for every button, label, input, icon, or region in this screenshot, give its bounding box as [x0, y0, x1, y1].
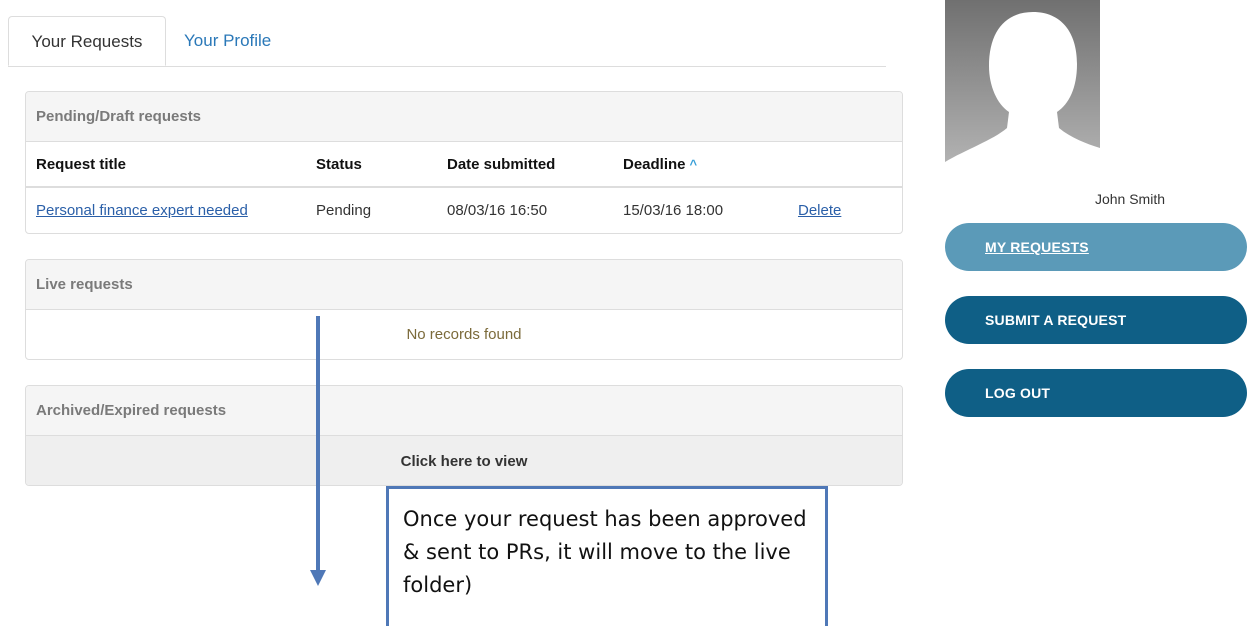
- pending-requests-heading: Pending/Draft requests: [26, 92, 902, 142]
- avatar: [945, 0, 1100, 178]
- request-title-link[interactable]: Personal finance expert needed: [36, 202, 248, 219]
- request-title-cell: Personal finance expert needed: [26, 187, 316, 232]
- request-date-cell: 08/03/16 16:50: [447, 201, 548, 219]
- column-deadline[interactable]: Deadline ^: [623, 142, 798, 188]
- submit-request-button[interactable]: SUBMIT A REQUEST: [945, 296, 1247, 344]
- caret-up-icon: ^: [689, 156, 698, 172]
- tab-your-profile[interactable]: Your Profile: [166, 16, 289, 66]
- live-requests-panel: Live requests No records found: [25, 259, 903, 360]
- request-deadline-cell: 15/03/16 18:00: [623, 201, 724, 219]
- table-header-row: Request title Status Date submitted Dead…: [26, 142, 902, 188]
- request-action-cell: Delete: [798, 187, 902, 232]
- live-requests-heading: Live requests: [26, 260, 902, 310]
- archived-requests-panel: Archived/Expired requests Click here to …: [25, 385, 903, 486]
- pending-requests-table: Request title Status Date submitted Dead…: [26, 142, 902, 232]
- column-deadline-label: Deadline: [623, 155, 686, 173]
- no-records-message: No records found: [406, 326, 522, 343]
- log-out-button[interactable]: LOG OUT: [945, 369, 1247, 417]
- column-date-submitted[interactable]: Date submitted: [447, 142, 623, 188]
- user-silhouette-icon: [945, 0, 1100, 178]
- user-name: John Smith: [1094, 191, 1166, 207]
- tab-your-requests[interactable]: Your Requests: [8, 16, 166, 66]
- my-requests-button[interactable]: MY REQUESTS: [945, 223, 1247, 271]
- pending-requests-panel: Pending/Draft requests Request title Sta…: [25, 91, 903, 234]
- column-actions: [798, 142, 902, 188]
- column-request-title[interactable]: Request title: [26, 142, 316, 188]
- table-row: Personal finance expert needed Pending 0…: [26, 187, 902, 232]
- tab-bar: Your Requests Your Profile: [8, 16, 886, 67]
- archived-requests-heading: Archived/Expired requests: [26, 386, 902, 436]
- column-status[interactable]: Status: [316, 142, 447, 188]
- view-archived-button[interactable]: Click here to view: [26, 436, 902, 485]
- delete-link[interactable]: Delete: [798, 202, 841, 219]
- arrow-down-icon: [310, 316, 326, 586]
- annotation-callout: Once your request has been approved & se…: [386, 486, 828, 626]
- request-status-cell: Pending: [316, 201, 372, 219]
